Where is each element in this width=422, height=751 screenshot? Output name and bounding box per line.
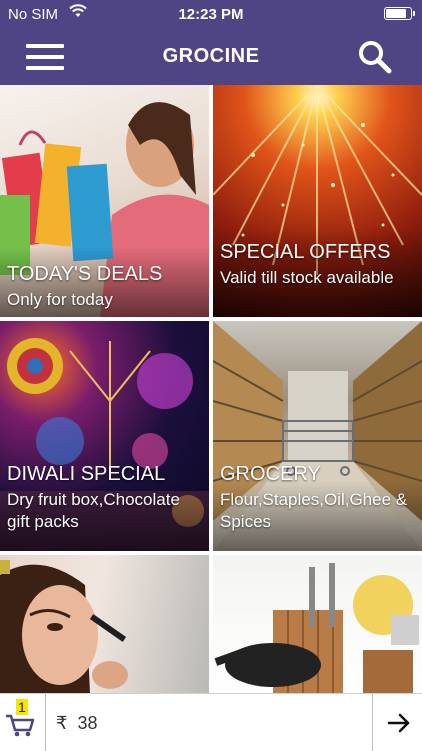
cart-count-badge: 1 [16, 699, 28, 715]
tile-subtitle: Flour,Staples,Oil,Ghee & Spices [220, 490, 408, 531]
battery-icon [384, 7, 415, 20]
cart-total-amount: 38 [77, 713, 98, 733]
tile-subtitle: Valid till stock available [220, 268, 394, 287]
category-grid: TODAY'S DEALS Only for today SPECIAL OFF… [0, 85, 422, 693]
divider [372, 694, 373, 751]
tile-title: SPECIAL OFFERS [220, 241, 391, 263]
tile-grocery[interactable]: GROCERY Flour,Staples,Oil,Ghee & Spices [213, 321, 422, 551]
tile-todays-deals[interactable]: TODAY'S DEALS Only for today [0, 85, 209, 317]
status-bar: No SIM 12:23 PM [0, 0, 422, 30]
tile-title: DIWALI SPECIAL [7, 463, 166, 485]
cart-summary-bar: 1 ₹ 38 [0, 693, 422, 751]
tile-subtitle: Dry fruit box,Chocolate gift packs [7, 490, 180, 531]
tile-title: TODAY'S DEALS [7, 263, 163, 285]
status-time: 12:23 PM [178, 6, 244, 23]
tile-title: GROCERY [220, 463, 321, 485]
tile-beauty[interactable] [0, 555, 209, 693]
currency-symbol: ₹ [56, 713, 68, 733]
search-icon[interactable] [356, 38, 394, 76]
tile-kitchen[interactable] [213, 555, 422, 693]
tile-image [213, 555, 422, 693]
divider [45, 694, 46, 751]
cart-total: ₹ 38 [56, 713, 98, 734]
arrow-right-icon[interactable] [386, 710, 412, 736]
tile-subtitle: Only for today [7, 290, 113, 309]
app-header: GROCINE [0, 30, 422, 85]
tile-special-offers[interactable]: SPECIAL OFFERS Valid till stock availabl… [213, 85, 422, 317]
tile-diwali-special[interactable]: DIWALI SPECIAL Dry fruit box,Chocolate g… [0, 321, 209, 551]
tile-image [0, 555, 209, 693]
